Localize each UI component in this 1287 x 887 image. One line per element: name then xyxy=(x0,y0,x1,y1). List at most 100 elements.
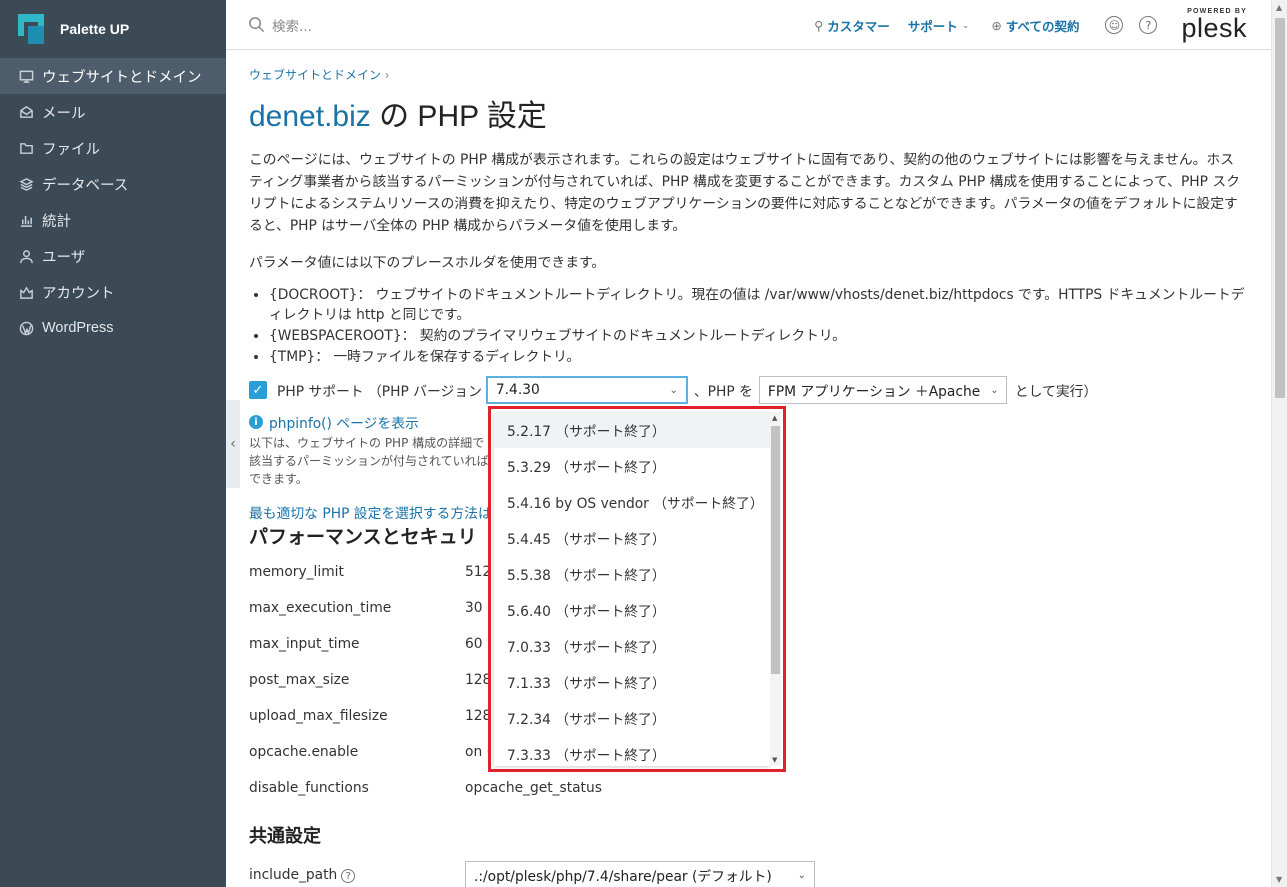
user-icon xyxy=(18,248,34,264)
app-window: Palette UP ウェブサイトとドメイン メール ファイル データベース 統… xyxy=(0,0,1287,887)
php-as-label: 、PHP を xyxy=(693,384,753,400)
php-support-label: PHP サポート （PHP バージョン xyxy=(277,384,482,400)
sidebar-collapse-handle[interactable]: ‹ xyxy=(226,400,240,488)
dropdown-option[interactable]: 7.1.33 （サポート終了） xyxy=(494,664,770,700)
sidebar-item-label: ファイル xyxy=(42,141,100,158)
subscriptions-link[interactable]: ⊕ すべての契約 xyxy=(991,16,1079,35)
top-header: 検索... ⚲ カスタマー サポート ⌄ ⊕ すべての契約 ☺ ? POWERE… xyxy=(226,0,1271,50)
scroll-down-icon[interactable]: ▼ xyxy=(772,756,777,764)
sidebar-item-account[interactable]: アカウント xyxy=(0,274,226,310)
plesk-wordmark: plesk xyxy=(1181,13,1247,43)
brand[interactable]: Palette UP xyxy=(0,0,226,58)
wordpress-icon xyxy=(18,320,34,336)
chevron-right-icon: › xyxy=(385,68,390,82)
chevron-left-icon: ‹ xyxy=(230,436,236,452)
param-key: memory_limit xyxy=(249,564,344,580)
common-section-title: 共通設定 xyxy=(249,826,321,846)
breadcrumb-websites[interactable]: ウェブサイトとドメイン xyxy=(249,68,381,82)
performance-section-title: パフォーマンスとセキュリ xyxy=(249,527,477,548)
page-title-rest: の PHP 設定 xyxy=(370,100,547,133)
php-version-select[interactable]: 7.4.30 ⌄ xyxy=(485,376,688,404)
help-icon[interactable]: ? xyxy=(1139,16,1158,34)
sidebar-item-label: アカウント xyxy=(42,285,115,302)
phpinfo-link[interactable]: i phpinfo() ページを表示 xyxy=(249,412,419,432)
php-support-row: ✓ PHP サポート （PHP バージョン 7.4.30 ⌄ 、PHP を FP… xyxy=(249,376,1097,404)
placeholder-list: {DOCROOT}： ウェブサイトのドキュメントルートディレクトリ。現在の値は … xyxy=(249,285,1249,367)
php-handler-select[interactable]: FPM アプリケーション ＋Apache ⌄ xyxy=(758,376,1007,404)
info-icon: i xyxy=(249,415,263,429)
sidebar-item-label: 統計 xyxy=(42,213,71,230)
customer-link[interactable]: ⚲ カスタマー xyxy=(814,16,890,35)
support-label: サポート xyxy=(907,19,958,34)
php-run-label: として実行） xyxy=(1014,384,1098,400)
php-support-checkbox[interactable]: ✓ xyxy=(249,381,267,399)
dropdown-option[interactable]: 5.5.38 （サポート終了） xyxy=(494,556,770,592)
include-path-select[interactable]: .:/opt/plesk/php/7.4/share/pear (デフォルト) … xyxy=(465,861,815,887)
chevron-down-icon: ⌄ xyxy=(797,869,806,881)
sidebar: Palette UP ウェブサイトとドメイン メール ファイル データベース 統… xyxy=(0,0,226,887)
php-config-note: 以下は、ウェブサイトの PHP 構成の詳細で該当するパーミッションが付与されてい… xyxy=(249,436,489,486)
sidebar-item-label: ウェブサイトとドメイン xyxy=(42,69,202,86)
chevron-down-icon: ⌄ xyxy=(669,384,678,396)
advisor-icon[interactable]: ☺ xyxy=(1105,16,1124,34)
param-key: disable_functions xyxy=(249,780,369,796)
php-version-options: 5.2.17 （サポート終了） 5.3.29 （サポート終了） 5.4.16 b… xyxy=(494,412,770,766)
include-path-value: .:/opt/plesk/php/7.4/share/pear (デフォルト) xyxy=(474,869,772,885)
search-box[interactable]: 検索... xyxy=(248,15,312,35)
chevron-down-icon: ⌄ xyxy=(961,19,970,30)
dropdown-option[interactable]: 5.4.16 by OS vendor （サポート終了） xyxy=(494,484,770,520)
mail-icon xyxy=(18,104,34,120)
sidebar-item-databases[interactable]: データベース xyxy=(0,166,226,202)
scroll-up-icon[interactable]: ▲ xyxy=(772,414,777,422)
list-item: {DOCROOT}： ウェブサイトのドキュメントルートディレクトリ。現在の値は … xyxy=(269,285,1249,325)
dropdown-option[interactable]: 5.2.17 （サポート終了） xyxy=(494,412,770,448)
subscriptions-label: すべての契約 xyxy=(1005,19,1080,34)
page-scrollbar[interactable]: ▲ ▼ xyxy=(1271,0,1287,887)
dropdown-option[interactable]: 5.3.29 （サポート終了） xyxy=(494,448,770,484)
dropdown-option[interactable]: 7.0.33 （サポート終了） xyxy=(494,628,770,664)
list-item: {WEBSPACEROOT}： 契約のプライマリウェブサイトのドキュメントルート… xyxy=(269,326,1249,346)
param-key: include_path? xyxy=(249,867,465,884)
param-key: opcache.enable xyxy=(249,744,359,760)
dropdown-option[interactable]: 5.4.45 （サポート終了） xyxy=(494,520,770,556)
account-icon xyxy=(18,284,34,300)
help-icon[interactable]: ? xyxy=(341,869,356,884)
dropdown-scrollbar-thumb[interactable] xyxy=(771,426,780,674)
param-value[interactable]: opcache_get_status xyxy=(465,780,665,796)
scroll-up-icon[interactable]: ▲ xyxy=(1276,3,1282,12)
customer-label: カスタマー xyxy=(827,19,890,34)
palette-up-logo-icon xyxy=(18,14,44,44)
param-key: max_execution_time xyxy=(249,600,392,616)
sidebar-item-label: ユーザ xyxy=(42,249,86,266)
dropdown-option[interactable]: 7.2.34 （サポート終了） xyxy=(494,700,770,736)
sidebar-item-label: データベース xyxy=(42,177,129,194)
globe-icon: ⊕ xyxy=(991,18,1002,33)
dropdown-option[interactable]: 7.3.33 （サポート終了） xyxy=(494,736,770,766)
search-input[interactable]: 検索... xyxy=(272,15,312,35)
best-php-settings-link[interactable]: 最も適切な PHP 設定を選択する方法は xyxy=(249,502,489,522)
sidebar-item-mail[interactable]: メール xyxy=(0,94,226,130)
sidebar-item-wordpress[interactable]: WordPress xyxy=(0,310,226,346)
php-version-value: 7.4.30 xyxy=(495,382,540,398)
header-actions: ⚲ カスタマー サポート ⌄ ⊕ すべての契約 ☺ ? POWERED BY p… xyxy=(814,0,1247,50)
param-key: post_max_size xyxy=(249,672,350,688)
sidebar-item-label: メール xyxy=(42,105,86,122)
php-handler-value: FPM アプリケーション ＋Apache xyxy=(767,384,981,400)
chevron-down-icon: ⌄ xyxy=(990,384,999,396)
main-content: ウェブサイトとドメイン › denet.biz の PHP 設定 このページには、… xyxy=(249,50,1249,887)
plesk-logo: POWERED BY plesk xyxy=(1181,8,1247,42)
param-key: upload_max_filesize xyxy=(249,708,388,724)
param-key: max_input_time xyxy=(249,636,360,652)
dropdown-scrollbar[interactable]: ▲ ▼ xyxy=(770,412,781,766)
scroll-down-icon[interactable]: ▼ xyxy=(1276,875,1282,884)
table-row: include_path? .:/opt/plesk/php/7.4/share… xyxy=(249,857,1049,887)
scrollbar-thumb[interactable] xyxy=(1275,18,1285,398)
sidebar-item-users[interactable]: ユーザ xyxy=(0,238,226,274)
dropdown-option[interactable]: 5.6.40 （サポート終了） xyxy=(494,592,770,628)
support-menu[interactable]: サポート ⌄ xyxy=(908,16,974,35)
sidebar-item-files[interactable]: ファイル xyxy=(0,130,226,166)
monitor-icon xyxy=(18,68,34,84)
sidebar-item-websites[interactable]: ウェブサイトとドメイン xyxy=(0,58,226,94)
page-title-domain[interactable]: denet.biz xyxy=(249,100,371,133)
sidebar-item-statistics[interactable]: 統計 xyxy=(0,202,226,238)
